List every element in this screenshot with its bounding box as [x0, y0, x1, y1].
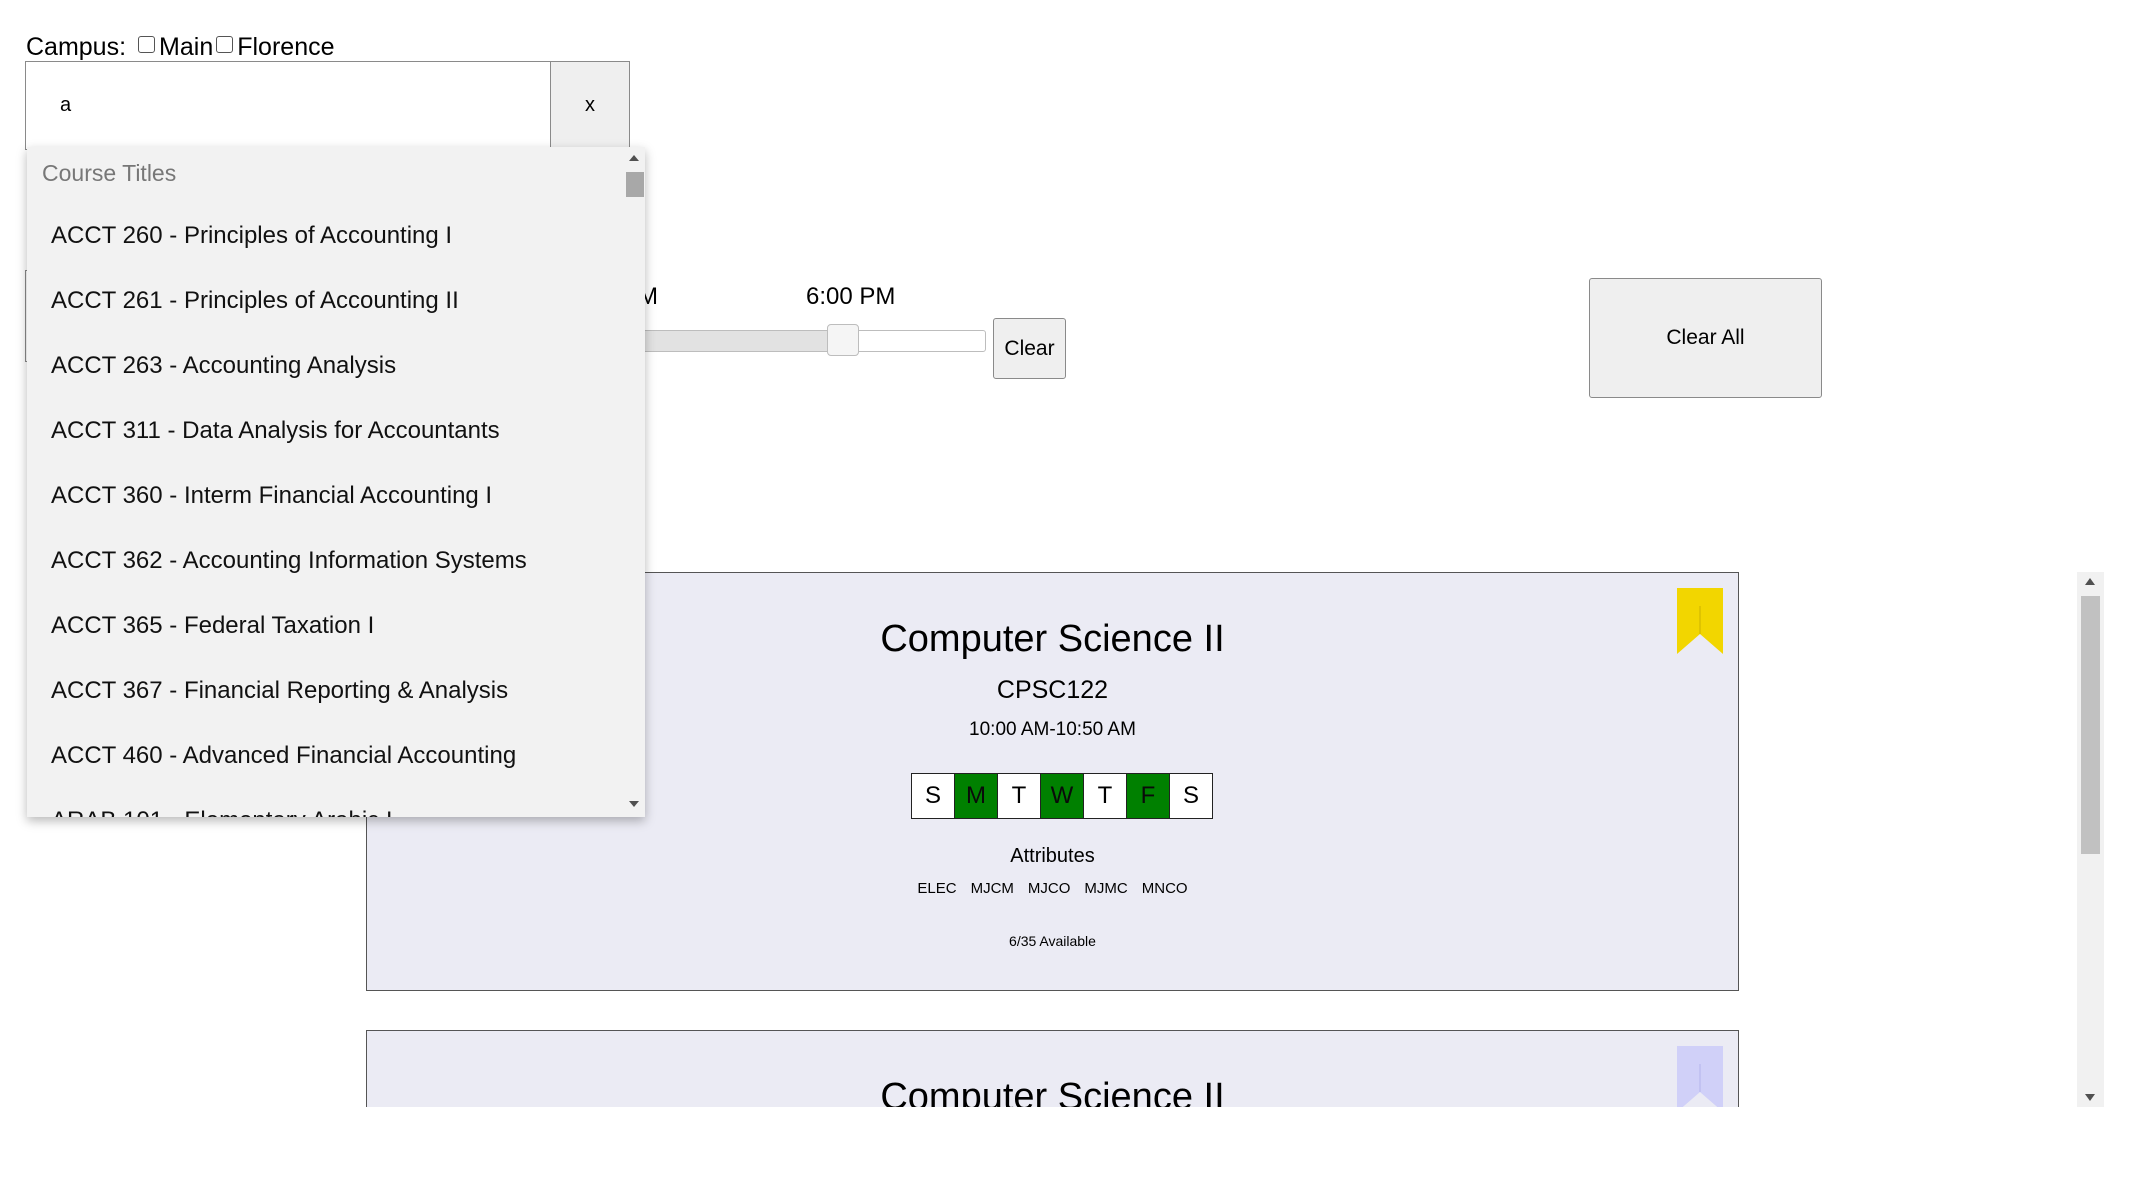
attribute-tag: MJCM: [970, 880, 1014, 897]
campus-filter: Campus: Main Florence: [26, 30, 338, 64]
dropdown-option[interactable]: ACCT 365 - Federal Taxation I: [27, 593, 623, 658]
course-titles-dropdown: Course Titles ACCT 260 - Principles of A…: [27, 147, 645, 817]
meeting-days: S M T W T F S: [911, 773, 1213, 819]
search-input-value: a: [60, 94, 72, 116]
day-monday: M: [955, 773, 998, 819]
florence-checkbox[interactable]: [216, 35, 234, 53]
campus-option-main[interactable]: Main: [138, 33, 213, 62]
day-wednesday: W: [1041, 773, 1084, 819]
day-saturday: S: [1170, 773, 1213, 819]
dropdown-scroll-down-icon[interactable]: [629, 801, 639, 807]
main-checkbox-label: Main: [159, 32, 214, 61]
scrollbar-thumb[interactable]: [2081, 596, 2100, 854]
time-clear-button[interactable]: Clear: [993, 318, 1066, 379]
time-clear-label: Clear: [1004, 336, 1055, 360]
dropdown-option[interactable]: ARAB 101 - Elementary Arabic I: [27, 788, 623, 818]
florence-checkbox-label: Florence: [237, 32, 335, 61]
course-title: Computer Science II: [880, 1076, 1225, 1107]
attribute-tag: ELEC: [917, 880, 957, 897]
dropdown-option[interactable]: ACCT 260 - Principles of Accounting I: [27, 203, 623, 268]
dropdown-header: Course Titles: [42, 160, 177, 186]
dropdown-scrollbar-thumb[interactable]: [626, 172, 644, 197]
day-sunday: S: [912, 773, 955, 819]
attributes-list: ELEC MJCM MJCO MJMC MNCO: [367, 880, 1738, 897]
dropdown-option[interactable]: ACCT 460 - Advanced Financial Accounting: [27, 723, 623, 788]
search-clear-button[interactable]: x: [550, 61, 630, 150]
results-scrollbar[interactable]: [2077, 572, 2104, 1107]
time-end-label: 6:00 PM: [806, 283, 896, 310]
day-tuesday: T: [998, 773, 1041, 819]
search-clear-label: x: [585, 94, 595, 116]
campus-label: Campus:: [26, 32, 127, 61]
course-search-input[interactable]: a: [25, 61, 551, 150]
day-thursday: T: [1084, 773, 1127, 819]
clear-all-button[interactable]: Clear All: [1589, 278, 1822, 398]
dropdown-option[interactable]: ACCT 360 - Interm Financial Accounting I: [27, 463, 623, 528]
dropdown-scrollbar[interactable]: [623, 147, 645, 817]
attribute-tag: MNCO: [1141, 880, 1188, 897]
dropdown-option[interactable]: ACCT 367 - Financial Reporting & Analysi…: [27, 658, 623, 723]
scroll-down-arrow-icon[interactable]: [2085, 1094, 2095, 1101]
attribute-tag: MJCO: [1027, 880, 1071, 897]
slider-fill: [641, 331, 839, 351]
attribute-tag: MJMC: [1084, 880, 1128, 897]
main-checkbox[interactable]: [138, 35, 156, 53]
clear-all-label: Clear All: [1666, 326, 1745, 349]
attributes-heading: Attributes: [1010, 845, 1095, 867]
bookmark-icon[interactable]: [1677, 588, 1723, 654]
day-friday: F: [1127, 773, 1170, 819]
slider-end-handle[interactable]: [827, 324, 859, 356]
dropdown-option[interactable]: ACCT 362 - Accounting Information System…: [27, 528, 623, 593]
dropdown-scroll-up-icon[interactable]: [629, 155, 639, 161]
dropdown-option[interactable]: ACCT 311 - Data Analysis for Accountants: [27, 398, 623, 463]
bookmark-icon[interactable]: [1677, 1046, 1723, 1107]
availability-text: 6/35 Available: [1009, 933, 1096, 949]
dropdown-option[interactable]: ACCT 263 - Accounting Analysis: [27, 333, 623, 398]
dropdown-option[interactable]: ACCT 261 - Principles of Accounting II: [27, 268, 623, 333]
dropdown-list: ACCT 260 - Principles of Accounting I AC…: [27, 203, 623, 818]
scroll-up-arrow-icon[interactable]: [2085, 578, 2095, 585]
campus-option-florence[interactable]: Florence: [216, 32, 335, 62]
course-card[interactable]: Computer Science II: [366, 1030, 1739, 1107]
time-range-slider[interactable]: [640, 330, 986, 352]
